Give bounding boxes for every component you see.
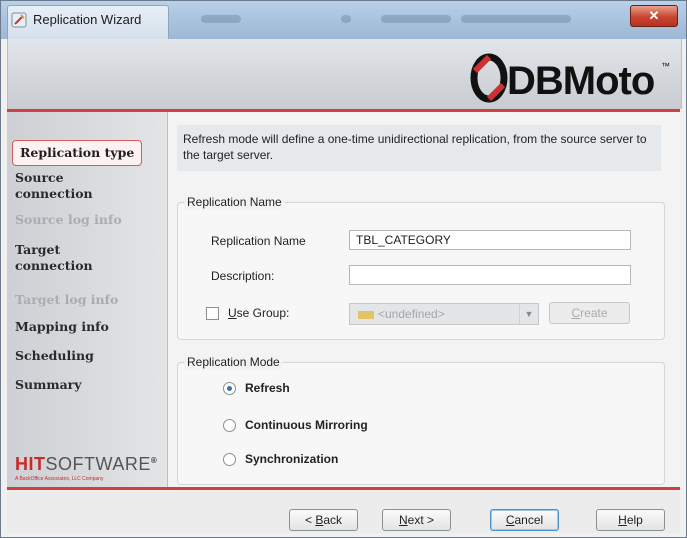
description-label: Description: <box>211 269 275 283</box>
background-window-title <box>201 15 241 23</box>
step-replication-type[interactable]: Replication type <box>12 140 143 166</box>
cancel-button-text: ancel <box>514 513 544 527</box>
use-group-label-mnemonic: U <box>228 306 237 320</box>
replication-name-label: Replication Name <box>211 234 306 248</box>
group-color-swatch <box>358 310 374 319</box>
replication-mode-group-title: Replication Mode <box>184 355 283 369</box>
synchronization-radio-label[interactable]: Synchronization <box>245 452 338 466</box>
chevron-down-icon: ▼ <box>519 304 538 324</box>
step-scheduling[interactable]: Scheduling <box>15 348 94 364</box>
description-input[interactable] <box>349 265 631 285</box>
wizard-steps-sidebar: Replication type Source connection Sourc… <box>7 112 168 487</box>
step-target-connection[interactable]: Target connection <box>15 242 135 274</box>
replication-name-input[interactable]: TBL_CATEGORY <box>349 230 631 250</box>
help-button[interactable]: Help <box>596 509 665 531</box>
background-window-title <box>341 15 351 23</box>
wizard-app-icon <box>11 12 27 28</box>
cancel-button[interactable]: Cancel <box>490 509 559 531</box>
group-select: <undefined> ▼ <box>349 303 539 325</box>
next-button-text: ext > <box>407 513 435 527</box>
synchronization-radio[interactable] <box>223 453 236 466</box>
continuous-mirroring-radio[interactable] <box>223 419 236 432</box>
dbmoto-logo: DBMoto ™ <box>467 49 677 105</box>
hit-software-logo: HITSOFTWARE® A BackOffice Associates, LL… <box>15 454 165 482</box>
title-bar[interactable]: Replication Wizard ✕ <box>1 1 686 40</box>
step-summary[interactable]: Summary <box>15 377 82 393</box>
group-select-value: <undefined> <box>358 307 445 321</box>
next-button[interactable]: Next > <box>382 509 451 531</box>
background-window-title <box>381 15 451 23</box>
step-source-connection[interactable]: Source connection <box>15 170 135 202</box>
help-button-text: elp <box>626 513 643 527</box>
back-button-prefix: < <box>304 513 316 527</box>
dbmoto-logo-mark-icon <box>470 53 508 103</box>
back-button-text: ack <box>323 513 343 527</box>
create-button-mnemonic: C <box>571 306 581 320</box>
group-select-text: <undefined> <box>378 307 445 321</box>
create-group-button: Create <box>549 302 630 324</box>
help-button-mnemonic: H <box>618 513 627 527</box>
step-target-log-info: Target log info <box>15 292 119 307</box>
continuous-mirroring-radio-label[interactable]: Continuous Mirroring <box>245 418 368 432</box>
refresh-radio-label[interactable]: Refresh <box>245 381 290 395</box>
hit-wordmark-software: SOFTWARE <box>45 454 151 474</box>
hit-wordmark-registered: ® <box>150 456 158 465</box>
dbmoto-logo-text: DBMoto <box>507 59 655 103</box>
refresh-radio[interactable] <box>223 382 236 395</box>
dbmoto-logo-trademark: ™ <box>661 61 670 71</box>
use-group-label-text: se Group: <box>236 306 290 320</box>
step-mapping-info[interactable]: Mapping info <box>15 319 109 335</box>
window-title: Replication Wizard <box>33 12 142 27</box>
close-button[interactable]: ✕ <box>630 5 678 27</box>
create-button-text: reate <box>580 306 608 320</box>
intro-description: Refresh mode will define a one-time unid… <box>183 132 647 162</box>
hit-software-wordmark: HITSOFTWARE® <box>15 454 165 475</box>
background-window-title <box>461 15 571 23</box>
use-group-label[interactable]: Use Group: <box>228 306 289 320</box>
next-button-mnemonic: N <box>398 513 408 527</box>
use-group-checkbox[interactable] <box>206 307 219 320</box>
hit-wordmark-hit: HIT <box>15 454 46 474</box>
back-button[interactable]: < Back <box>289 509 358 531</box>
step-source-log-info: Source log info <box>15 212 122 227</box>
replication-name-group-title: Replication Name <box>184 195 285 209</box>
replication-wizard-window: Replication Wizard ✕ DBMoto ™ Replicatio… <box>0 0 687 538</box>
hit-software-tagline: A BackOffice Associates, LLC Company <box>15 476 104 482</box>
